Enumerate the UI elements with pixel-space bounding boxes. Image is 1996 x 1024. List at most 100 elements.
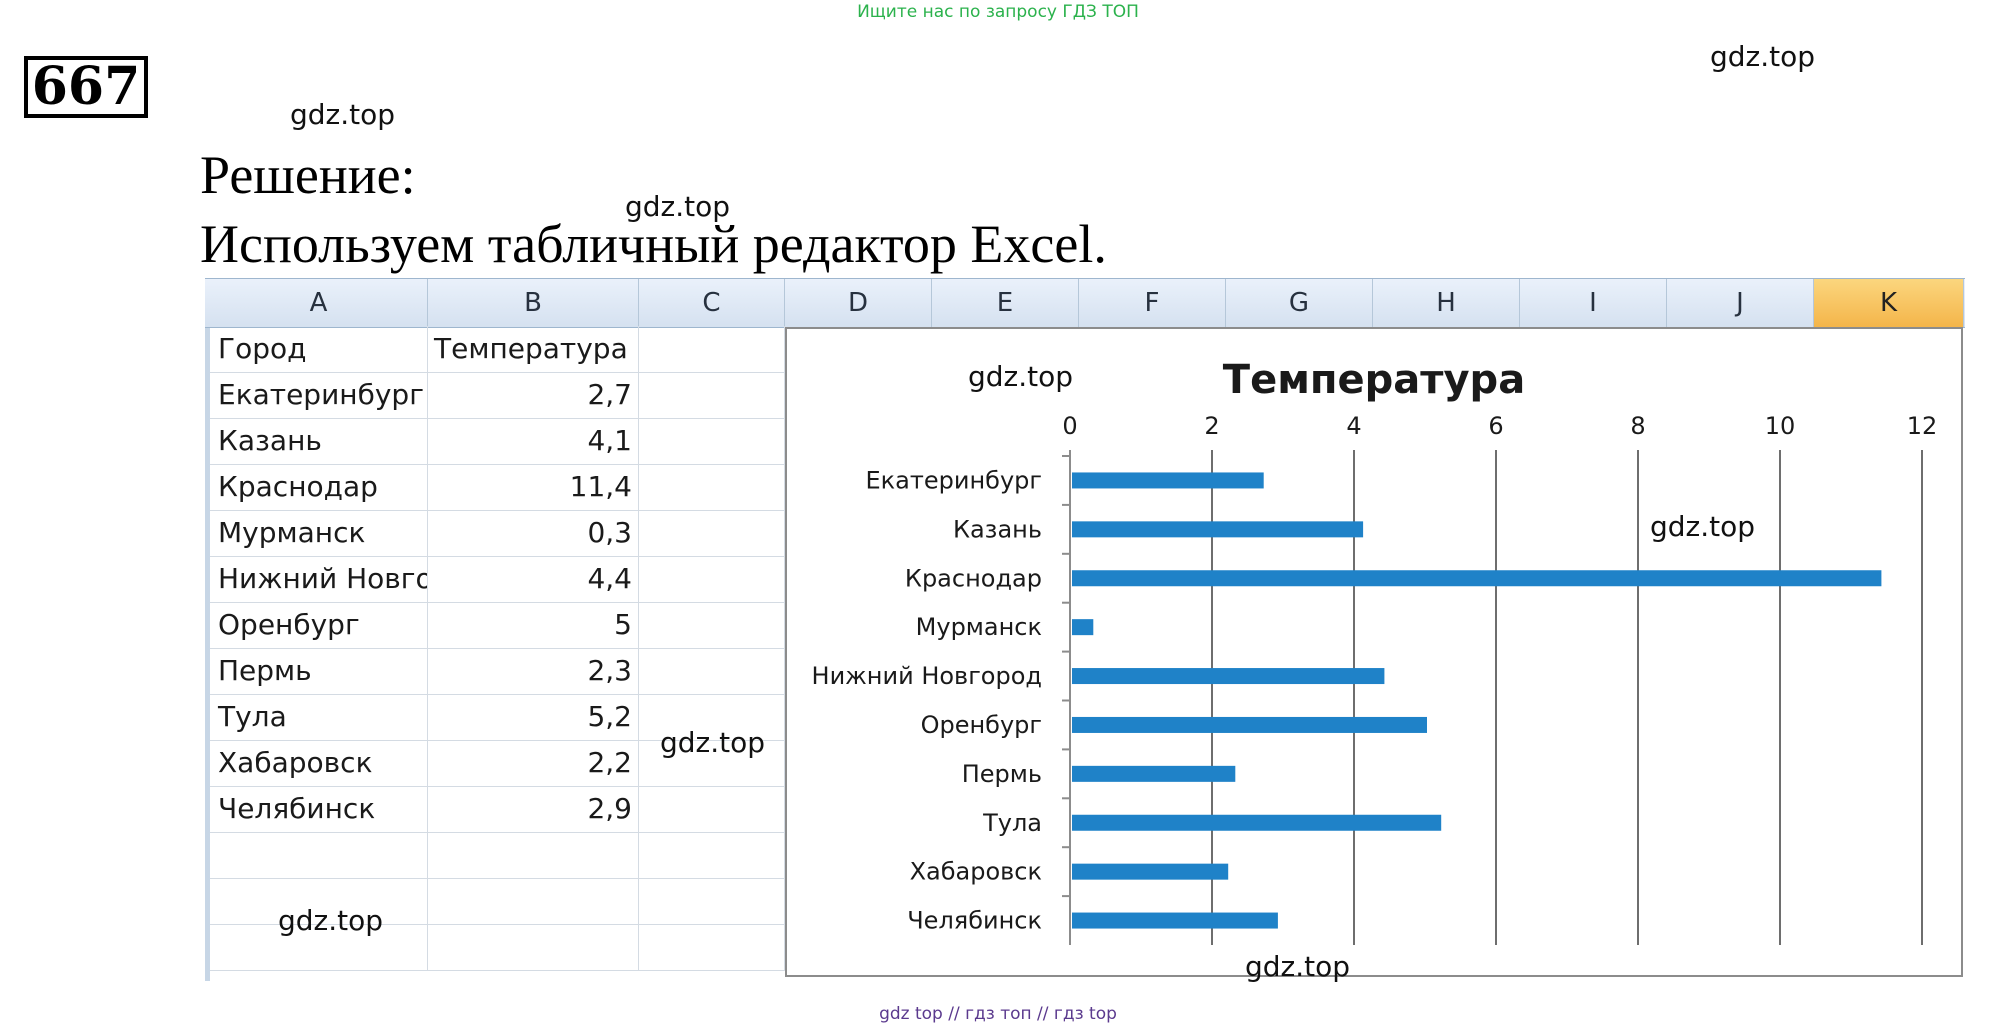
table-row: Нижний Новго 4,4 [210,556,790,603]
cell-temperature[interactable]: 11,4 [428,464,639,510]
bar-chart[interactable]: Температура 0 2 4 6 8 10 12 Екатеринбург Казань К… [785,327,1963,977]
cell-city[interactable]: Хабаровск [210,740,428,786]
top-banner: Ищите нас по запросу ГДЗ ТОП [857,2,1139,22]
watermark: gdz.top [1710,40,1816,73]
category-label: Екатеринбург [866,466,1042,494]
cell-empty[interactable] [639,924,785,970]
table-row: Оренбург 5 [210,602,790,649]
cell-temperature[interactable] [428,832,639,878]
column-header-e[interactable]: E [932,279,1079,327]
category-label: Мурманск [916,613,1042,641]
category-label: Челябинск [907,907,1042,935]
bar[interactable] [1072,668,1385,685]
x-tick-label: 12 [1907,412,1938,440]
column-header-c[interactable]: C [639,279,785,327]
x-tick-label: 0 [1062,412,1077,440]
watermark: gdz.top [1245,950,1351,983]
table-row: Краснодар 11,4 [210,464,790,511]
bar[interactable] [1072,570,1882,587]
category-label: Нижний Новгород [812,662,1042,690]
cell-temperature[interactable]: 5,2 [428,694,639,740]
cell-empty[interactable] [639,326,785,372]
bottom-links[interactable]: gdz top // гдз топ // гдз top [0,1004,1996,1024]
cell-city[interactable]: Тула [210,694,428,740]
column-headers: ABCDEFGHIJK [205,278,1965,328]
cell-city[interactable]: Оренбург [210,602,428,648]
cell-city[interactable]: Мурманск [210,510,428,556]
column-header-b[interactable]: B [428,279,639,327]
cell-city[interactable] [210,832,428,878]
cell-temperature[interactable]: 2,7 [428,372,639,418]
category-label: Краснодар [905,564,1042,592]
x-tick-label: 2 [1204,412,1219,440]
table-row: Челябинск 2,9 [210,786,790,833]
x-tick-label: 4 [1346,412,1361,440]
header-row: Город Температура [210,326,790,373]
cell-temperature[interactable]: 5 [428,602,639,648]
table-row [210,832,790,879]
cell-temperature[interactable] [428,878,639,924]
cell-city[interactable]: Нижний Новго [210,556,428,602]
bar[interactable] [1072,814,1442,831]
cell-empty[interactable] [639,464,785,510]
cell-empty[interactable] [639,602,785,648]
cell-temperature[interactable]: 2,9 [428,786,639,832]
bar[interactable] [1072,765,1236,782]
column-header-a[interactable]: A [210,279,428,327]
watermark: gdz.top [278,904,384,937]
category-label: Оренбург [921,711,1042,739]
bar[interactable] [1072,472,1264,489]
table-row: Казань 4,1 [210,418,790,465]
table-row: Пермь 2,3 [210,648,790,695]
table-row: Екатеринбург 2,7 [210,372,790,419]
column-header-i[interactable]: I [1520,279,1667,327]
column-header-h[interactable]: H [1373,279,1520,327]
cell-temperature[interactable]: 2,2 [428,740,639,786]
cell-empty[interactable] [639,832,785,878]
cell-temperature[interactable]: Температура [428,326,639,372]
task-number: 667 [24,56,148,118]
bar[interactable] [1072,863,1229,880]
cell-empty[interactable] [639,418,785,464]
column-header-d[interactable]: D [785,279,932,327]
cell-empty[interactable] [639,556,785,602]
bar[interactable] [1072,619,1094,636]
x-tick-label: 6 [1488,412,1503,440]
bar[interactable] [1072,912,1278,929]
column-header-g[interactable]: G [1226,279,1373,327]
cell-city[interactable]: Город [210,326,428,372]
cell-city[interactable]: Пермь [210,648,428,694]
watermark: gdz.top [1650,510,1756,543]
column-header-k[interactable]: K [1814,279,1964,327]
x-tick-label: 10 [1765,412,1796,440]
cell-temperature[interactable]: 0,3 [428,510,639,556]
cell-temperature[interactable]: 2,3 [428,648,639,694]
bar[interactable] [1072,716,1427,733]
cell-temperature[interactable]: 4,1 [428,418,639,464]
watermark: gdz.top [660,726,766,759]
cell-empty[interactable] [639,510,785,556]
cell-empty[interactable] [639,372,785,418]
category-label: Казань [953,515,1042,543]
category-label: Тула [982,809,1042,837]
column-header-j[interactable]: J [1667,279,1814,327]
watermark: gdz.top [968,360,1074,393]
category-label: Хабаровск [910,858,1042,886]
table-row: Мурманск 0,3 [210,510,790,557]
category-label: Пермь [962,760,1042,788]
watermark: gdz.top [290,98,396,131]
cell-empty[interactable] [639,878,785,924]
cell-city[interactable]: Краснодар [210,464,428,510]
x-tick-label: 8 [1630,412,1645,440]
bar[interactable] [1072,521,1364,538]
column-header-f[interactable]: F [1079,279,1226,327]
solution-text: Используем табличный редактор Excel. [200,214,1107,274]
cell-city[interactable]: Казань [210,418,428,464]
cell-empty[interactable] [639,648,785,694]
solution-heading: Решение: [200,145,416,205]
cell-city[interactable]: Екатеринбург [210,372,428,418]
cell-temperature[interactable] [428,924,639,970]
cell-city[interactable]: Челябинск [210,786,428,832]
cell-temperature[interactable]: 4,4 [428,556,639,602]
cell-empty[interactable] [639,786,785,832]
